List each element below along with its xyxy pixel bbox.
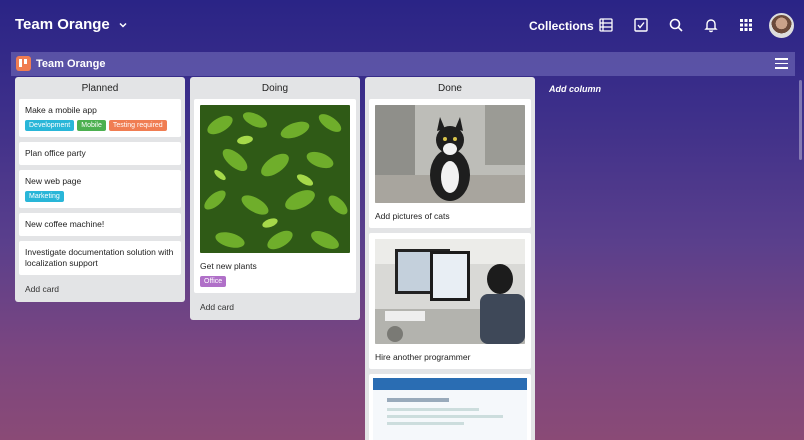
bell-icon[interactable] [701,15,721,35]
team-name: Team Orange [15,16,110,33]
column-title: Planned [81,83,119,94]
avatar[interactable] [769,13,794,38]
card[interactable]: Add pictures of cats [369,99,531,228]
card[interactable]: Get new plants Office [194,99,356,293]
column-done: Done Add pictures of cats Hire another p… [365,77,535,440]
label-testing-required: Testing required [108,120,167,131]
card-title: New web page [25,176,82,186]
card-image-cat [375,105,525,203]
add-card-button[interactable]: Add card [190,298,360,320]
card-image-webpage [373,378,527,440]
chevron-down-icon [119,22,127,28]
top-bar: Team Orange Collections [0,0,804,50]
card-title: Add pictures of cats [375,211,450,221]
card[interactable]: Investigate documentation solution with … [19,241,181,275]
scrollbar[interactable] [799,80,802,160]
menu-icon[interactable] [775,58,788,69]
label-office: Office [200,276,227,287]
add-column-button[interactable]: Add column [549,84,601,94]
card-title: Get new plants [200,261,257,271]
column-title: Done [438,83,462,94]
checkbox-icon[interactable] [631,15,651,35]
label-development: Development [25,120,75,131]
label-mobile: Mobile [77,120,106,131]
card-screenshot[interactable] [369,374,531,440]
card[interactable]: New coffee machine! [19,213,181,236]
column-planned: Planned Make a mobile app Development Mo… [15,77,185,302]
card-title: Make a mobile app [25,105,97,115]
card-title: Plan office party [25,148,86,158]
card[interactable]: New web page Marketing [19,170,181,208]
team-switcher[interactable]: Team Orange [15,16,128,33]
grid-icon[interactable] [736,15,756,35]
column-title: Doing [261,83,289,94]
column-doing: Doing Get new plants Office Add card [190,77,360,320]
board-bar: Team Orange [11,52,795,76]
add-card-button[interactable]: Add card [15,280,185,302]
card-title: Investigate documentation solution with … [25,247,174,268]
card-image-plants [200,105,350,253]
label-marketing: Marketing [25,191,64,202]
collections-link[interactable]: Collections [529,19,594,33]
card-title: Hire another programmer [375,352,471,362]
search-icon[interactable] [666,15,686,35]
board-logo-icon [16,56,31,71]
board-name: Team Orange [36,58,106,70]
card-image-programmer [375,239,525,344]
card-title: New coffee machine! [25,219,105,229]
card[interactable]: Make a mobile app Development Mobile Tes… [19,99,181,137]
card[interactable]: Plan office party [19,142,181,165]
card[interactable]: Hire another programmer [369,233,531,369]
list-icon[interactable] [596,15,616,35]
